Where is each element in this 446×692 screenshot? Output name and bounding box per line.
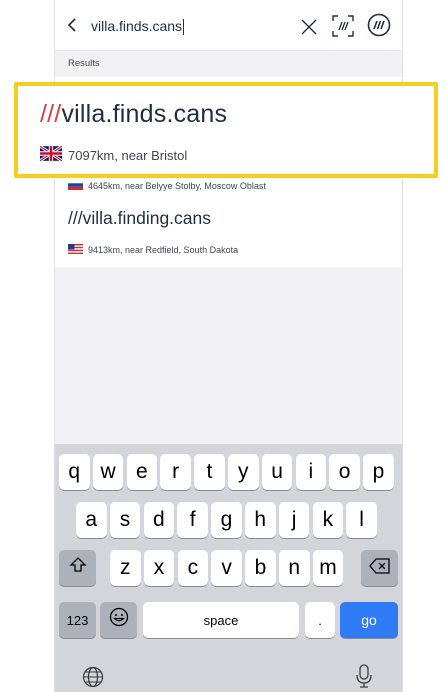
text-caret bbox=[183, 19, 185, 36]
search-bar: villa.finds.cans bbox=[55, 0, 402, 51]
key-m[interactable]: m bbox=[312, 550, 344, 586]
key-r[interactable]: r bbox=[160, 454, 191, 490]
result-distance: 4645km, near Belyye Stolby, Moscow Oblas… bbox=[88, 181, 266, 191]
highlighted-address: ///villa.finds.cans bbox=[40, 100, 227, 129]
key-z[interactable]: z bbox=[110, 550, 141, 586]
result-item-finding[interactable]: ///villa.finding.cans bbox=[68, 208, 211, 229]
backspace-icon bbox=[368, 556, 391, 580]
key-g[interactable]: g bbox=[211, 502, 242, 538]
search-input[interactable]: villa.finds.cans bbox=[91, 18, 185, 36]
key-x[interactable]: x bbox=[143, 550, 175, 586]
key-v[interactable]: v bbox=[211, 550, 242, 586]
key-i[interactable]: i bbox=[295, 454, 327, 490]
clear-icon[interactable] bbox=[300, 18, 318, 41]
key-e[interactable]: e bbox=[126, 454, 158, 490]
key-o[interactable]: o bbox=[329, 454, 360, 490]
period-key[interactable]: . bbox=[305, 602, 335, 638]
w3w-slashes: /// bbox=[68, 208, 83, 228]
key-w[interactable]: w bbox=[92, 454, 124, 490]
highlighted-result-card[interactable]: ///villa.finds.cans 7097km, near Bristol bbox=[14, 82, 438, 178]
back-icon[interactable] bbox=[67, 17, 77, 38]
russia-flag-icon bbox=[67, 179, 84, 192]
key-l[interactable]: l bbox=[346, 502, 377, 538]
globe-icon[interactable] bbox=[82, 666, 104, 692]
key-k[interactable]: k bbox=[312, 502, 344, 538]
space-key[interactable]: space bbox=[143, 602, 299, 638]
key-y[interactable]: y bbox=[228, 454, 259, 490]
highlighted-location: 7097km, near Bristol bbox=[39, 144, 188, 164]
key-s[interactable]: s bbox=[109, 502, 141, 538]
uk-flag-icon bbox=[39, 144, 63, 164]
result-item-finding-distance: 9413km, near Redfield, South Dakota bbox=[68, 244, 238, 256]
result-item-moscow-distance[interactable]: 4645km, near Belyye Stolby, Moscow Oblas… bbox=[67, 179, 266, 192]
key-u[interactable]: u bbox=[261, 454, 293, 490]
w3w-slashes: /// bbox=[40, 100, 62, 128]
key-d[interactable]: d bbox=[143, 502, 175, 538]
highlighted-words: villa.finds.cans bbox=[61, 100, 228, 128]
key-n[interactable]: n bbox=[279, 550, 310, 586]
numbers-key[interactable]: 123 bbox=[59, 602, 96, 638]
what3words-logo-icon[interactable] bbox=[367, 13, 391, 42]
go-key[interactable]: go bbox=[340, 602, 398, 638]
emoji-icon bbox=[109, 607, 129, 633]
key-h[interactable]: h bbox=[245, 502, 276, 538]
highlighted-distance: 7097km, near Bristol bbox=[68, 147, 188, 163]
microphone-icon[interactable] bbox=[355, 664, 373, 692]
keyboard: qwertyuiop asdfghjkl zxcvbnm 123 space .… bbox=[55, 444, 402, 692]
delete-key[interactable] bbox=[361, 550, 398, 586]
key-p[interactable]: p bbox=[363, 454, 394, 490]
result-words: villa.finding.cans bbox=[82, 208, 211, 228]
key-q[interactable]: q bbox=[59, 454, 90, 490]
results-label: Results bbox=[68, 58, 100, 69]
search-query-text: villa.finds.cans bbox=[91, 18, 183, 34]
shift-key[interactable] bbox=[59, 550, 96, 586]
key-j[interactable]: j bbox=[278, 502, 310, 538]
key-a[interactable]: a bbox=[76, 502, 107, 538]
key-b[interactable]: b bbox=[245, 550, 276, 586]
emoji-key[interactable] bbox=[100, 602, 137, 638]
shift-icon bbox=[68, 556, 87, 580]
key-t[interactable]: t bbox=[194, 454, 225, 490]
key-c[interactable]: c bbox=[177, 550, 209, 586]
result-distance: 9413km, near Redfield, South Dakota bbox=[88, 245, 239, 255]
usa-flag-icon bbox=[68, 244, 83, 256]
key-f[interactable]: f bbox=[177, 502, 208, 538]
scan-icon[interactable] bbox=[331, 14, 355, 43]
